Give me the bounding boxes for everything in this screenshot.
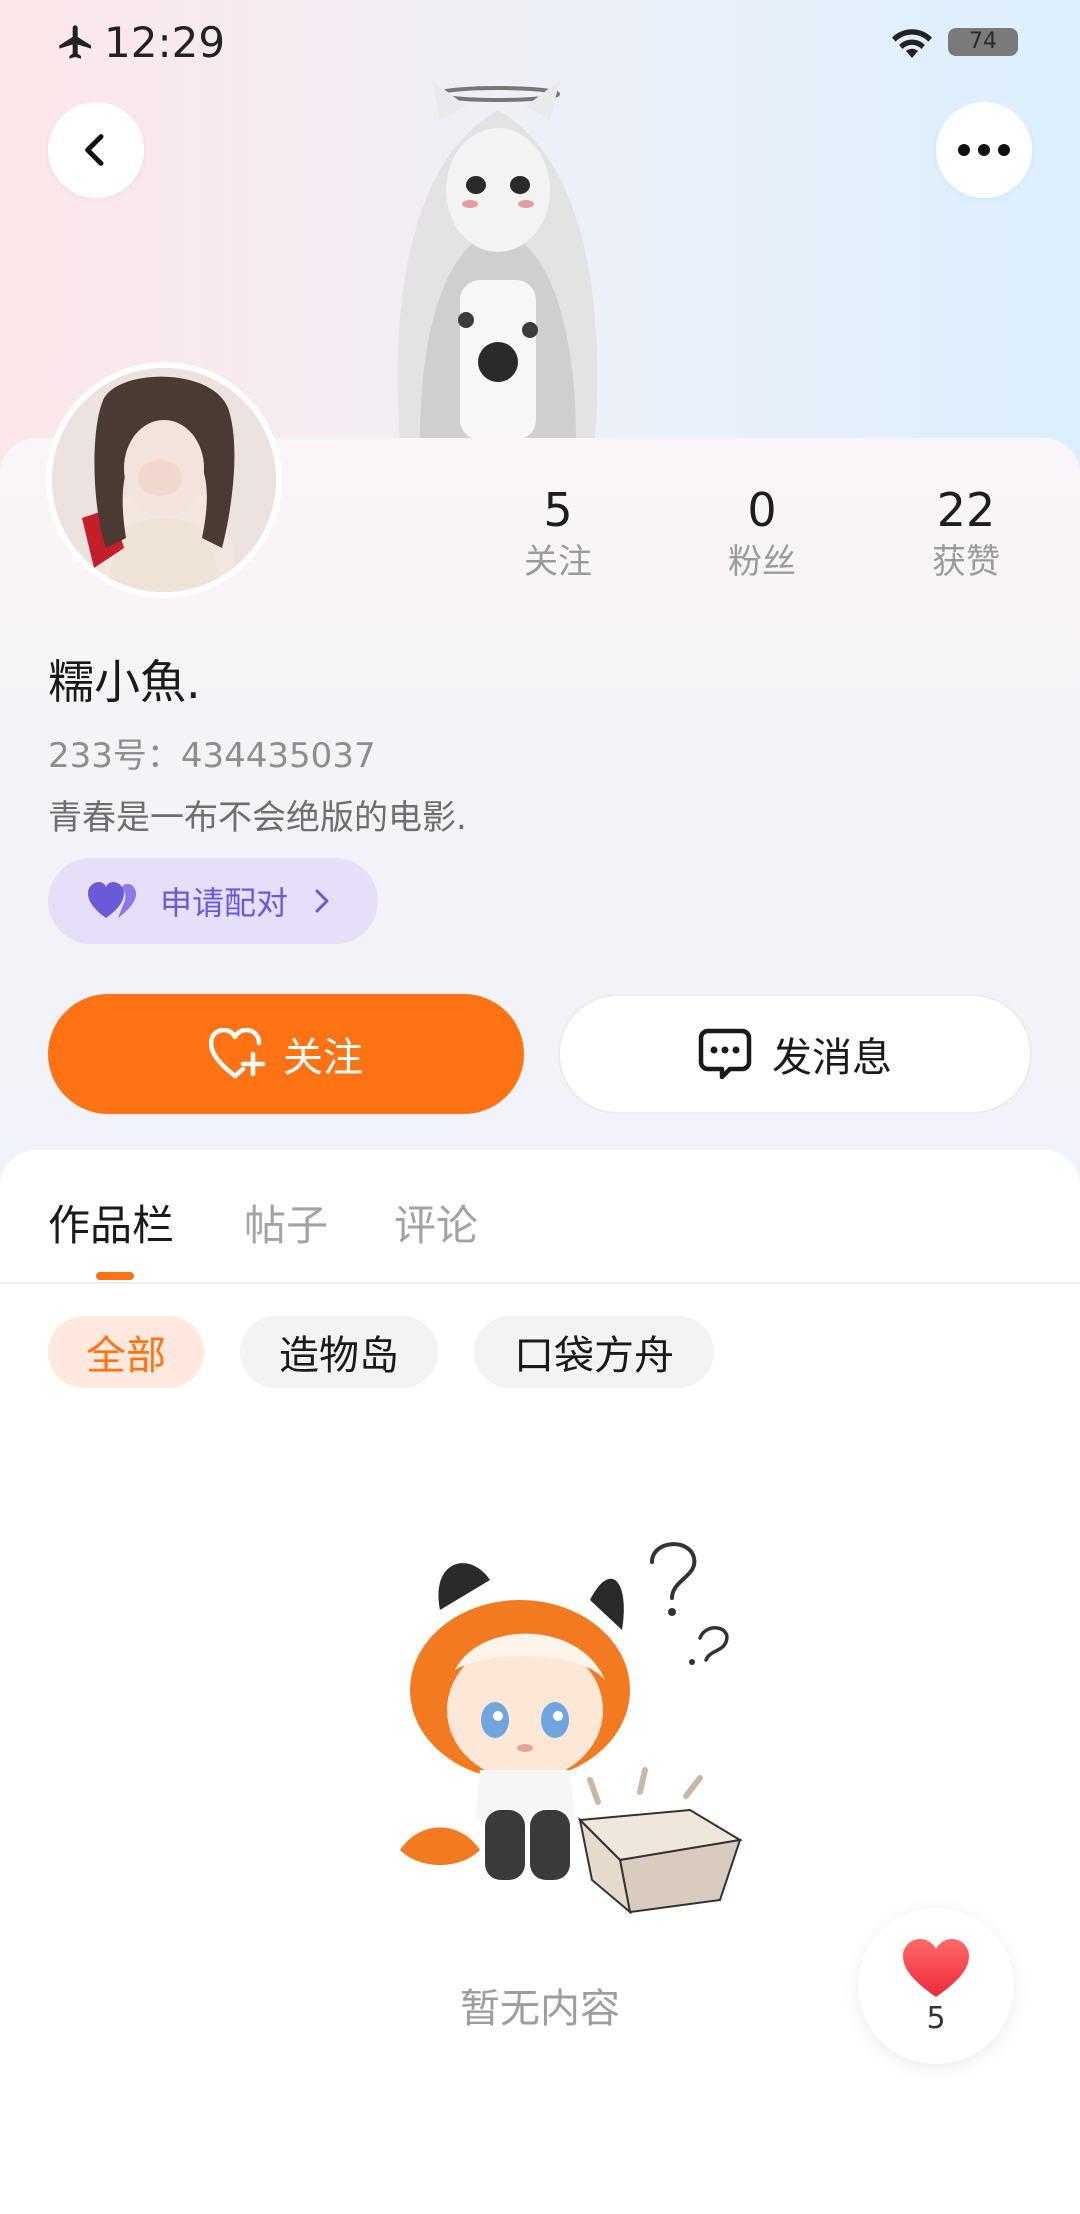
tab-works[interactable]: 作品栏 (48, 1192, 174, 1253)
follow-button[interactable]: 关注 (48, 994, 524, 1114)
chat-bubble-icon (698, 1028, 752, 1080)
filter-pocket-ark[interactable]: 口袋方舟 (474, 1316, 714, 1388)
following-count: 5 (543, 483, 573, 537)
back-button[interactable] (48, 102, 144, 198)
heart-plus-icon (209, 1028, 265, 1079)
tab-comments[interactable]: 评论 (394, 1192, 478, 1253)
send-message-button[interactable]: 发消息 (558, 994, 1032, 1114)
stat-following[interactable]: 5 关注 (478, 480, 638, 584)
likes-label: 获赞 (932, 542, 1000, 582)
stats-row: 5 关注 0 粉丝 22 获赞 (0, 480, 1080, 600)
like-button[interactable]: 5 (858, 1908, 1014, 2064)
status-time: 12:29 (104, 18, 226, 67)
nickname: 糯小魚. (48, 655, 201, 709)
battery-indicator: 74 (948, 28, 1018, 56)
tab-divider (0, 1282, 1080, 1284)
likes-count: 22 (936, 483, 996, 537)
send-message-label: 发消息 (772, 1035, 892, 1081)
user-id[interactable]: 233号：434435037 (48, 728, 376, 777)
like-count: 5 (926, 2000, 946, 2036)
active-tab-indicator (96, 1272, 134, 1280)
stat-followers[interactable]: 0 粉丝 (682, 480, 842, 584)
more-dots-icon (958, 144, 1010, 156)
status-bar: 12:29 74 (0, 0, 1080, 88)
request-pair-button[interactable]: 申请配对 (48, 858, 378, 944)
wifi-icon (892, 29, 932, 58)
airplane-mode-icon (59, 25, 91, 59)
stat-likes[interactable]: 22 获赞 (886, 480, 1046, 584)
bio: 青春是一布不会绝版的电影. (48, 798, 467, 838)
filter-all[interactable]: 全部 (48, 1316, 204, 1388)
content-tabs: 作品栏 帖子 评论 (0, 1180, 1080, 1280)
followers-label: 粉丝 (728, 542, 796, 582)
chevron-left-icon (85, 134, 104, 166)
request-pair-label: 申请配对 (160, 884, 289, 922)
tab-posts[interactable]: 帖子 (244, 1192, 328, 1253)
followers-count: 0 (747, 483, 777, 537)
heart-icon (903, 1938, 969, 1997)
following-label: 关注 (524, 542, 592, 582)
follow-label: 关注 (283, 1035, 363, 1081)
empty-state-illustration (400, 1542, 743, 1915)
chevron-right-icon (315, 889, 329, 913)
avatar-character-image (397, 80, 598, 440)
filter-creation-island[interactable]: 造物岛 (240, 1316, 438, 1388)
more-options-button[interactable] (936, 102, 1032, 198)
double-heart-icon (88, 882, 136, 918)
